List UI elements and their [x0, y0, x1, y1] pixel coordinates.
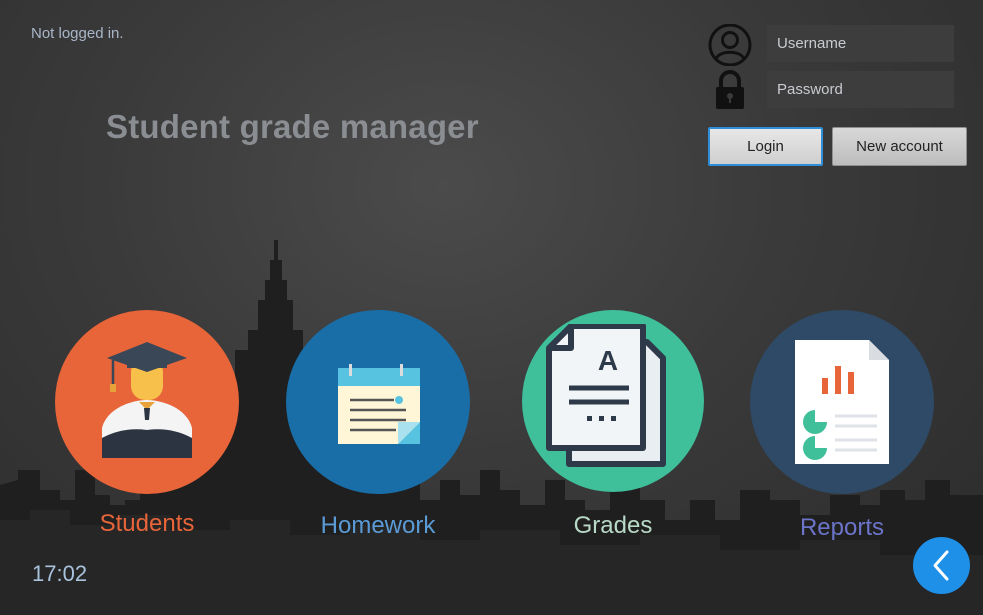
notepad-icon	[338, 364, 420, 444]
tile-homework[interactable]: Homework	[286, 310, 470, 545]
login-button[interactable]: Login	[708, 127, 823, 166]
graded-paper-icon: A	[546, 324, 666, 467]
new-account-button[interactable]: New account	[832, 127, 967, 166]
chevron-left-icon	[933, 550, 949, 581]
tile-grades[interactable]: A Grades	[522, 310, 704, 545]
tile-reports-label: Reports	[799, 514, 885, 541]
tile-homework-label: Homework	[320, 512, 436, 539]
tile-students[interactable]: Students	[55, 310, 239, 545]
padlock-icon	[716, 70, 744, 109]
tile-students-label: Students	[99, 510, 195, 537]
svg-text:A: A	[598, 345, 618, 376]
tile-reports[interactable]: Reports	[750, 310, 934, 545]
tile-grades-label: Grades	[573, 512, 653, 539]
username-input[interactable]	[767, 25, 954, 62]
app-title: Student grade manager	[106, 108, 479, 145]
login-status-text: Not logged in.	[31, 25, 124, 42]
graduate-icon	[102, 342, 192, 458]
back-button[interactable]	[913, 537, 970, 594]
clock-display: 17:02	[32, 561, 88, 586]
report-chart-icon	[795, 340, 889, 464]
user-circle-icon	[708, 24, 752, 66]
password-input[interactable]	[767, 71, 954, 108]
